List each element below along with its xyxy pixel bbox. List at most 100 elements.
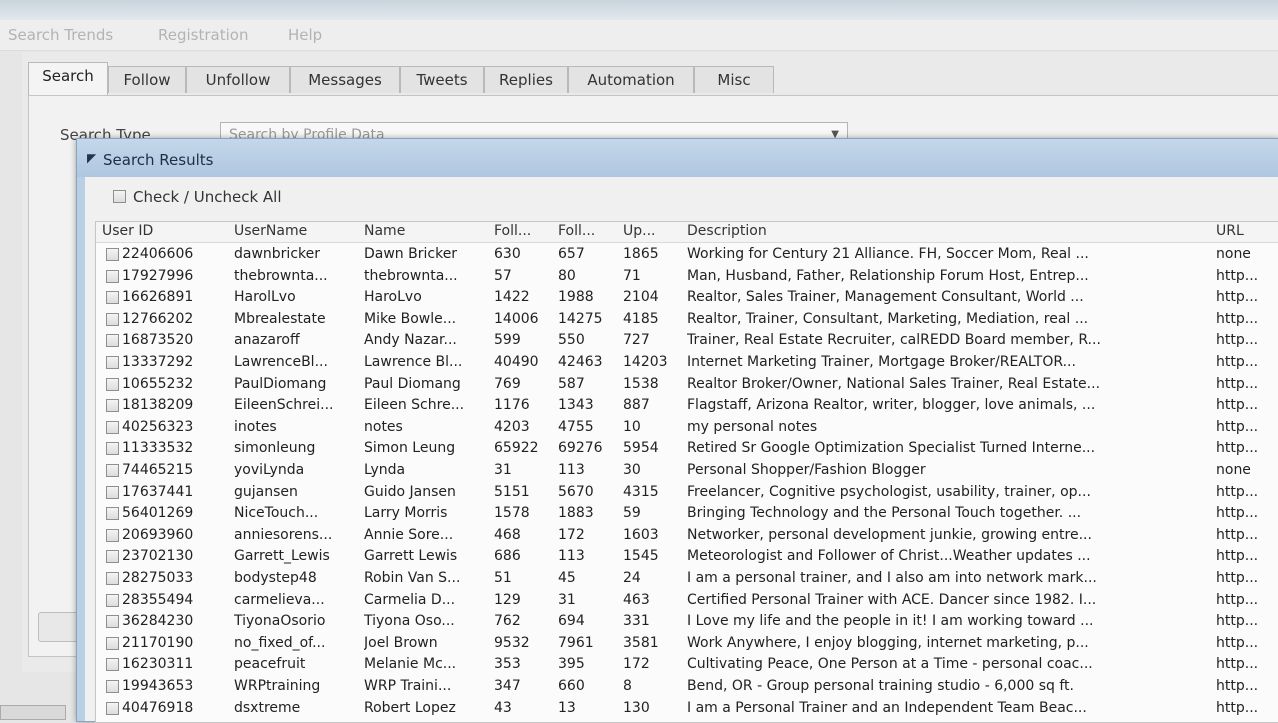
cell-followers: 129 (494, 591, 521, 608)
cell-username: HarolLvo (234, 289, 296, 306)
column-header-description[interactable]: Description (687, 223, 767, 239)
table-row[interactable]: 10655232 PaulDiomang Paul Diomang 769 587 153… (96, 374, 1278, 396)
row-checkbox[interactable] (106, 356, 119, 369)
tab-automation[interactable]: Automation (568, 66, 694, 93)
column-header-followers[interactable]: Foll... (494, 223, 531, 239)
tab-search[interactable]: Search (28, 62, 108, 95)
tab-tweets[interactable]: Tweets (400, 66, 484, 93)
cell-user-id: 17927996 (122, 267, 194, 284)
menu-item-registration[interactable]: Registration (158, 26, 248, 44)
table-row[interactable]: 40476918 dsxtreme Robert Lopez 43 13 130 I am … (96, 698, 1278, 720)
row-checkbox[interactable] (106, 464, 119, 477)
table-row[interactable]: 16873520 anazaroff Andy Nazar... 599 550 727 T… (96, 330, 1278, 352)
row-checkbox[interactable] (106, 291, 119, 305)
row-checkbox[interactable] (106, 572, 119, 585)
row-checkbox[interactable] (106, 680, 119, 693)
cell-following: 14275 (558, 310, 603, 327)
cell-followers: 51 (494, 570, 512, 586)
tab-unfollow[interactable]: Unfollow (186, 66, 290, 93)
row-checkbox[interactable] (106, 636, 119, 650)
table-row[interactable]: 74465215 yoviLynda Lynda 31 113 30 Personal Sh… (96, 460, 1278, 482)
cell-url: http... (1216, 397, 1259, 414)
cell-username: dawnbricker (234, 246, 320, 262)
tab-replies[interactable]: Replies (484, 66, 568, 93)
dialog-body: Check / Uncheck All User ID UserName Nam… (85, 177, 1278, 723)
column-header-following[interactable]: Foll... (558, 223, 595, 239)
menu-item-help[interactable]: Help (288, 26, 322, 44)
cell-description: Trainer, Real Estate Recruiter, calREDD … (687, 332, 1101, 349)
table-row[interactable]: 21170190 no_fixed_of... Joel Brown 9532 7961… (96, 633, 1278, 655)
cell-user-id: 12766202 (122, 310, 194, 327)
row-checkbox[interactable] (106, 701, 119, 715)
table-row[interactable]: 16626891 HarolLvo HaroLvo 1422 1988 2104 Realt… (96, 287, 1278, 309)
row-checkbox[interactable] (106, 377, 119, 391)
cell-user-id: 11333532 (122, 440, 194, 457)
table-row[interactable]: 28275033 bodystep48 Robin Van S... 51 45 24 I … (96, 568, 1278, 590)
table-row[interactable]: 17637441 gujansen Guido Jansen 5151 5670 4315… (96, 482, 1278, 504)
row-checkbox[interactable] (106, 658, 119, 672)
tab-messages[interactable]: Messages (290, 66, 400, 93)
row-checkbox[interactable] (106, 593, 119, 607)
column-header-name[interactable]: Name (364, 223, 405, 239)
row-checkbox[interactable] (106, 550, 119, 564)
cell-followers: 769 (494, 375, 521, 392)
table-row[interactable]: 23702130 Garrett_Lewis Garrett Lewis 686 113… (96, 546, 1278, 568)
row-checkbox[interactable] (106, 248, 119, 261)
column-header-url[interactable]: URL (1216, 223, 1244, 239)
cell-followers: 1578 (494, 505, 530, 522)
row-checkbox[interactable] (106, 485, 119, 499)
table-row[interactable]: 18138209 EileenSchrei... Eileen Schre... 11… (96, 395, 1278, 417)
table-row[interactable]: 13337292 LawrenceBl... Lawrence Bl... 40490… (96, 352, 1278, 374)
cell-description: I am a Personal Trainer and an Independe… (687, 699, 1087, 716)
cell-name: Tiyona Oso... (364, 613, 455, 630)
window-menu-icon[interactable]: ◤ (87, 151, 96, 165)
cell-description: Retired Sr Google Optimization Specialis… (687, 440, 1096, 457)
row-checkbox[interactable] (106, 269, 119, 283)
table-row[interactable]: 20693960 anniesorens... Annie Sore... 468 17… (96, 525, 1278, 547)
row-checkbox[interactable] (106, 334, 119, 348)
cell-user-id: 40256323 (122, 418, 194, 435)
cell-user-id: 56401269 (122, 505, 194, 522)
table-row[interactable]: 16230311 peacefruit Melanie Mc... 353 395 172… (96, 654, 1278, 676)
table-row[interactable]: 22406606 dawnbricker Dawn Bricker 630 657 186… (96, 244, 1278, 266)
table-row[interactable]: 19943653 WRPtraining WRP Traini... 347 660 8 B… (96, 676, 1278, 698)
cell-updates: 4185 (623, 310, 659, 327)
check-all-checkbox[interactable] (113, 190, 126, 203)
row-checkbox[interactable] (106, 442, 119, 456)
cell-updates: 463 (623, 591, 650, 608)
dialog-titlebar[interactable]: ◤ Search Results (77, 139, 1278, 177)
cell-name: HaroLvo (364, 289, 422, 306)
column-header-user-id[interactable]: User ID (102, 223, 153, 239)
column-header-username[interactable]: UserName (234, 223, 307, 239)
search-button[interactable] (38, 612, 80, 642)
row-checkbox[interactable] (106, 615, 119, 629)
cell-updates: 172 (623, 656, 650, 673)
row-checkbox[interactable] (106, 420, 119, 434)
row-checkbox[interactable] (106, 399, 119, 413)
tab-follow[interactable]: Follow (108, 66, 186, 93)
table-row[interactable]: 28355494 carmelieva... Carmelia D... 129 31 4… (96, 590, 1278, 612)
cell-following: 395 (558, 656, 585, 673)
table-row[interactable]: 17927996 thebrownta... thebrownta... 57 80 71… (96, 266, 1278, 288)
cell-following: 7961 (558, 634, 594, 651)
cell-description: Man, Husband, Father, Relationship Forum… (687, 267, 1089, 284)
cell-username: PaulDiomang (234, 375, 327, 392)
table-row[interactable]: 11333532 simonleung Simon Leung 65922 69276 5… (96, 438, 1278, 460)
results-grid: User ID UserName Name Foll... Foll... Up… (95, 221, 1278, 723)
row-checkbox[interactable] (106, 312, 119, 326)
cell-name: Simon Leung (364, 440, 456, 457)
menu-item-search-trends[interactable]: Search Trends (8, 26, 113, 44)
cell-username: gujansen (234, 483, 298, 500)
cell-url: http... (1216, 613, 1259, 630)
table-row[interactable]: 12766202 Mbrealestate Mike Bowle... 14006 14… (96, 309, 1278, 331)
table-row[interactable]: 56401269 NiceTouch... Larry Morris 1578 1883… (96, 503, 1278, 525)
table-row[interactable]: 36284230 TiyonaOsorio Tiyona Oso... 762 694 3… (96, 611, 1278, 633)
cell-followers: 762 (494, 613, 521, 630)
column-header-updates[interactable]: Up... (623, 223, 655, 239)
row-checkbox[interactable] (106, 528, 119, 542)
row-checkbox[interactable] (106, 507, 119, 521)
grid-header: User ID UserName Name Foll... Foll... Up… (96, 222, 1278, 243)
table-row[interactable]: 40256323 inotes notes 4203 4755 10 my personal… (96, 417, 1278, 439)
cell-description: Bend, OR - Group personal training studi… (687, 678, 1074, 694)
tab-misc[interactable]: Misc (694, 66, 774, 93)
